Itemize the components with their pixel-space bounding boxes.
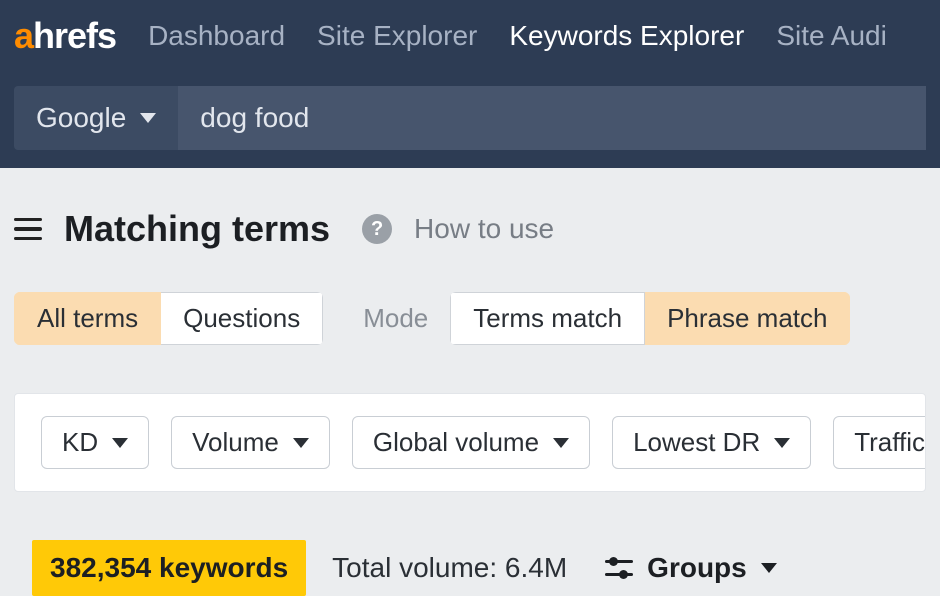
filter-volume[interactable]: Volume xyxy=(171,416,330,469)
filter-traffic[interactable]: Traffic xyxy=(833,416,926,469)
groups-toggle[interactable]: Groups xyxy=(605,552,777,584)
page-title: Matching terms xyxy=(64,208,330,250)
filter-kd[interactable]: KD xyxy=(41,416,149,469)
filter-global-volume[interactable]: Global volume xyxy=(352,416,590,469)
logo-a: a xyxy=(14,15,33,57)
filter-lowest-dr[interactable]: Lowest DR xyxy=(612,416,811,469)
search-engine-select[interactable]: Google xyxy=(14,86,178,150)
logo[interactable]: ahrefs xyxy=(14,15,116,57)
menu-icon[interactable] xyxy=(14,218,42,241)
mode-label: Mode xyxy=(363,303,428,334)
chevron-down-icon xyxy=(774,438,790,448)
tab-all-terms[interactable]: All terms xyxy=(14,292,161,345)
filter-lowest-dr-label: Lowest DR xyxy=(633,427,760,458)
chevron-down-icon xyxy=(553,438,569,448)
search-engine-label: Google xyxy=(36,102,126,134)
keywords-count-badge: 382,354 keywords xyxy=(32,540,306,596)
help-icon[interactable]: ? xyxy=(362,214,392,244)
keyword-search-input[interactable] xyxy=(178,86,926,150)
total-volume: Total volume: 6.4M xyxy=(332,552,567,584)
terms-tab-group: All terms Questions xyxy=(14,292,323,345)
mode-tab-group: Terms match Phrase match xyxy=(450,292,850,345)
nav-keywords-explorer[interactable]: Keywords Explorer xyxy=(509,20,744,52)
nav-dashboard[interactable]: Dashboard xyxy=(148,20,285,52)
filter-kd-label: KD xyxy=(62,427,98,458)
how-to-use-link[interactable]: How to use xyxy=(414,213,554,245)
nav-site-explorer[interactable]: Site Explorer xyxy=(317,20,477,52)
chevron-down-icon xyxy=(293,438,309,448)
nav-site-audit[interactable]: Site Audi xyxy=(776,20,887,52)
filter-global-volume-label: Global volume xyxy=(373,427,539,458)
chevron-down-icon xyxy=(140,113,156,123)
groups-label: Groups xyxy=(647,552,747,584)
filter-volume-label: Volume xyxy=(192,427,279,458)
chevron-down-icon xyxy=(761,563,777,573)
tab-terms-match[interactable]: Terms match xyxy=(450,292,645,345)
tab-phrase-match[interactable]: Phrase match xyxy=(645,292,850,345)
chevron-down-icon xyxy=(112,438,128,448)
sliders-icon xyxy=(605,557,633,579)
logo-rest: hrefs xyxy=(33,15,116,57)
tab-questions[interactable]: Questions xyxy=(161,292,323,345)
filter-bar: KD Volume Global volume Lowest DR Traffi… xyxy=(14,393,926,492)
filter-traffic-label: Traffic xyxy=(854,427,925,458)
